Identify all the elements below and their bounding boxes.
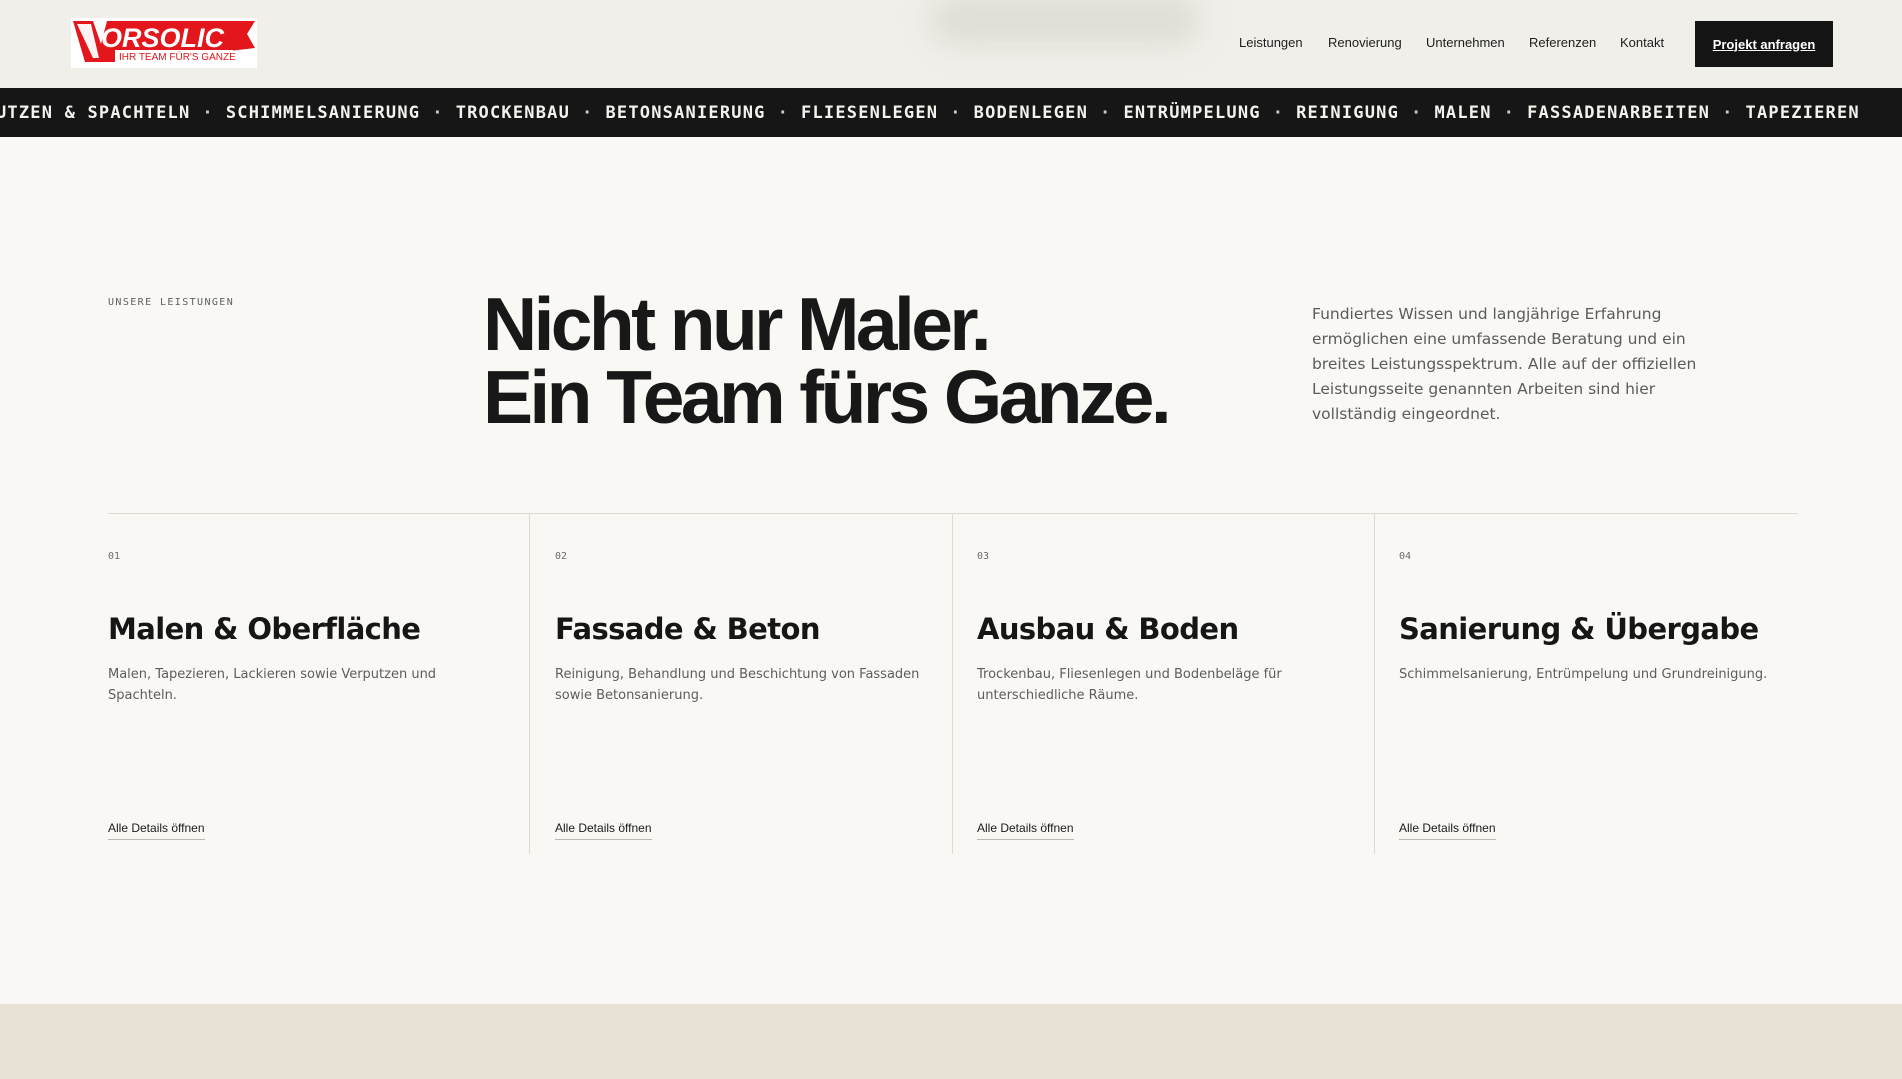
section-eyebrow: UNSERE LEISTUNGEN xyxy=(108,297,235,308)
intro-paragraph: Fundiertes Wissen und langjährige Erfahr… xyxy=(1312,305,1697,423)
nav-kontakt[interactable]: Kontakt xyxy=(1620,35,1664,50)
ticker-item: BETONSANIERUNG xyxy=(605,103,766,123)
card-description: Schimmelsanierung, Entrümpelung und Grun… xyxy=(1399,667,1768,682)
orsolic-logo-icon: ORSOLIC IHR TEAM FÜR'S GANZE xyxy=(71,18,257,68)
ticker-separator: · xyxy=(432,103,444,123)
project-request-button[interactable]: Projekt anfragen xyxy=(1695,21,1833,67)
card-details-link[interactable]: Alle Details öffnen xyxy=(108,821,205,840)
ticker-item: FLIESENLEGEN xyxy=(801,103,939,123)
ticker-separator: · xyxy=(1722,103,1734,123)
ticker-item: FASSADENARBEITEN xyxy=(1527,103,1711,123)
services-ticker: UTZEN & SPACHTELN · SCHIMMELSANIERUNG · TROC… xyxy=(0,88,1902,137)
ticker-item: SCHIMMELSANIERUNG xyxy=(225,103,421,123)
card-number: 03 xyxy=(977,551,990,562)
headline-line-1: Nicht nur Maler. xyxy=(483,282,992,366)
card-description: Malen, Tapezieren, Lackieren sowie Verpu… xyxy=(108,667,437,703)
nav-unternehmen[interactable]: Unternehmen xyxy=(1426,35,1505,50)
service-card-1: 01 Malen & Oberfläche Malen, Tapezieren,… xyxy=(108,514,529,854)
ticker-item: MALEN xyxy=(1434,103,1492,123)
nav-renovierung[interactable]: Renovierung xyxy=(1328,35,1402,50)
ticker-item: UTZEN & SPACHTELN xyxy=(0,103,191,123)
nav-leistungen[interactable]: Leistungen xyxy=(1239,35,1303,50)
ticker-item: TROCKENBAU xyxy=(455,103,571,123)
ticker-separator: · xyxy=(950,103,962,123)
logo-wordmark: ORSOLIC xyxy=(101,23,225,53)
site-header: ORSOLIC IHR TEAM FÜR'S GANZE Leistungen … xyxy=(0,0,1902,88)
headline-line-2: Ein Team fürs Ganze. xyxy=(483,355,1172,439)
ticker-item: BODENLEGEN xyxy=(973,103,1089,123)
ticker-item: TAPEZIEREN xyxy=(1745,103,1860,123)
ticker-track: UTZEN & SPACHTELN · SCHIMMELSANIERUNG · TROC… xyxy=(0,103,1860,123)
nav-referenzen[interactable]: Referenzen xyxy=(1529,35,1596,50)
service-card-3: 03 Ausbau & Boden Trockenbau, Fliesenleg… xyxy=(952,514,1374,854)
card-title: Fassade & Beton xyxy=(555,612,820,646)
ticker-separator: · xyxy=(1503,103,1516,123)
card-details-link[interactable]: Alle Details öffnen xyxy=(977,821,1074,840)
ticker-separator: · xyxy=(202,103,214,123)
ticker-item: ENTRÜMPELUNG xyxy=(1123,103,1261,123)
service-card-2: 02 Fassade & Beton Reinigung, Behandlung… xyxy=(529,514,952,854)
card-details-link[interactable]: Alle Details öffnen xyxy=(555,821,652,840)
ticker-separator: · xyxy=(1411,103,1423,123)
service-card-4: 04 Sanierung & Übergabe Schimmelsanierun… xyxy=(1374,514,1798,854)
card-number: 02 xyxy=(555,551,568,562)
brand-logo[interactable]: ORSOLIC IHR TEAM FÜR'S GANZE xyxy=(71,18,257,68)
decorative-blur xyxy=(930,0,1200,46)
card-number: 01 xyxy=(108,551,121,562)
card-details-link[interactable]: Alle Details öffnen xyxy=(1399,821,1496,840)
ticker-separator: · xyxy=(582,103,594,123)
ticker-separator: · xyxy=(1100,103,1112,123)
next-section-band xyxy=(0,1004,1902,1079)
card-title: Ausbau & Boden xyxy=(977,612,1239,646)
section-headline: Nicht nur Maler. Ein Team fürs Ganze. xyxy=(483,282,1243,439)
ticker-separator: · xyxy=(1272,103,1285,123)
card-description: Reinigung, Behandlung und Beschichtung v… xyxy=(555,667,920,703)
logo-tagline: IHR TEAM FÜR'S GANZE xyxy=(119,51,236,63)
ticker-item: REINIGUNG xyxy=(1296,103,1400,123)
card-title: Malen & Oberfläche xyxy=(108,612,421,646)
card-number: 04 xyxy=(1399,551,1412,562)
card-title: Sanierung & Übergabe xyxy=(1399,612,1759,646)
ticker-separator: · xyxy=(777,103,790,123)
card-description: Trockenbau, Fliesenlegen und Bodenbeläge… xyxy=(977,667,1282,703)
